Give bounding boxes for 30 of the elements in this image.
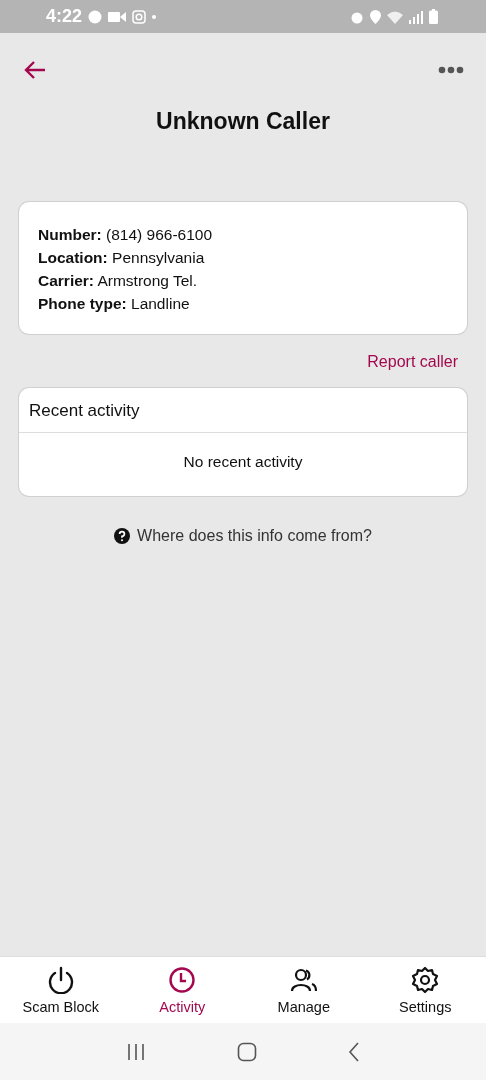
wifi-icon — [387, 9, 403, 24]
more-icon — [438, 66, 464, 74]
dot-icon — [152, 14, 157, 19]
location-icon — [370, 9, 381, 24]
battery-icon — [429, 9, 438, 24]
report-caller-link[interactable]: Report caller — [367, 353, 458, 371]
caller-detail: Location: Pennsylvania — [38, 248, 206, 268]
nav-tab[interactable]: Manage — [243, 957, 365, 1023]
caller-detail: Number: (814) 966-6100 — [38, 225, 214, 245]
signal-icon — [409, 9, 423, 24]
caller-detail: Phone type: Landline — [38, 294, 191, 314]
video-icon — [108, 10, 127, 23]
recents-icon[interactable] — [125, 1042, 146, 1061]
back-icon[interactable] — [348, 1041, 361, 1062]
back-arrow-icon — [24, 61, 46, 79]
gear-icon — [411, 965, 440, 994]
nav-tab[interactable]: Settings — [364, 957, 486, 1023]
power-icon — [46, 965, 75, 994]
instagram-icon — [132, 9, 147, 24]
help-link[interactable]: Where does this info come from? — [0, 527, 486, 545]
empty-message: No recent activity — [182, 452, 304, 472]
clock-icon — [168, 965, 197, 994]
status-time: 4:22 — [46, 6, 83, 27]
home-icon[interactable] — [237, 1041, 257, 1062]
activity-heading: Recent activity — [19, 388, 467, 433]
page-title: Unknown Caller — [155, 108, 331, 135]
caller-detail: Carrier: Armstrong Tel. — [38, 271, 199, 291]
nav-tab[interactable]: Activity — [121, 957, 243, 1023]
question-icon — [114, 528, 131, 544]
nav-tab[interactable]: Scam Block — [0, 957, 122, 1023]
